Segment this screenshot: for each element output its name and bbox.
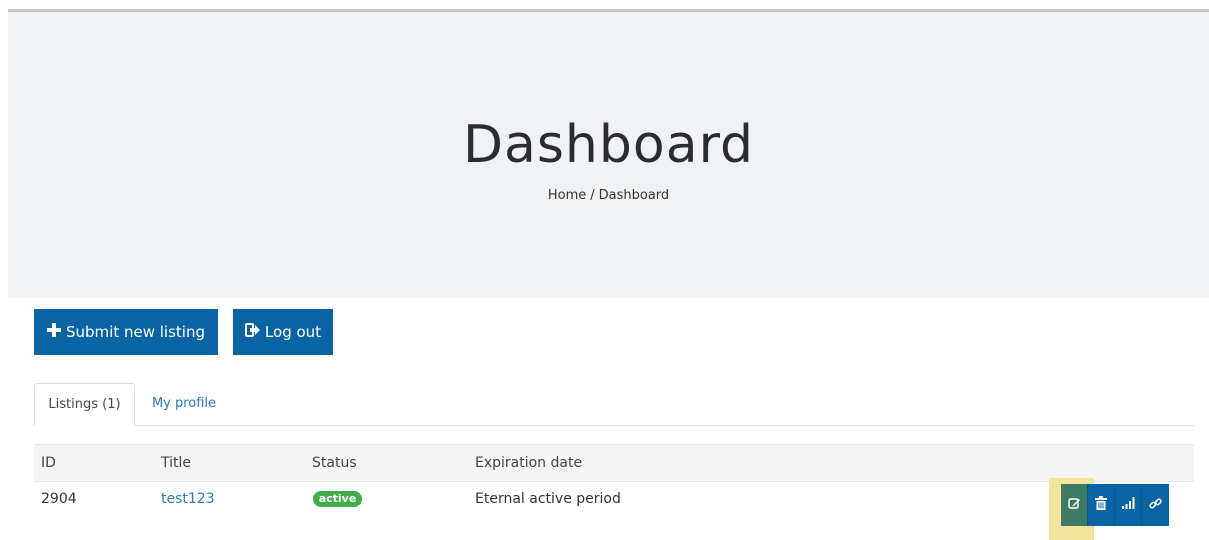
dashboard-tabs: Listings (1) My profile: [34, 383, 1194, 426]
page-header: Dashboard Home / Dashboard: [8, 12, 1209, 298]
breadcrumb-separator: /: [590, 188, 595, 203]
column-header-status: Status: [312, 455, 357, 471]
column-header-id: ID: [41, 455, 56, 471]
submit-listing-label: Submit new listing: [66, 323, 205, 341]
edit-icon: [1067, 497, 1081, 514]
page-title: Dashboard: [462, 115, 755, 175]
tab-my-profile[interactable]: My profile: [142, 383, 226, 425]
breadcrumb-current: Dashboard: [598, 188, 670, 203]
delete-button[interactable]: [1088, 484, 1115, 526]
logout-label: Log out: [264, 323, 322, 341]
breadcrumb-home-link[interactable]: Home: [548, 188, 586, 203]
row-actions: [1061, 484, 1169, 526]
tab-listings[interactable]: Listings (1): [34, 383, 135, 426]
logout-icon: [244, 309, 260, 355]
breadcrumb: Home / Dashboard: [8, 187, 1209, 205]
link-button[interactable]: [1142, 484, 1169, 526]
listing-expiration: Eternal active period: [475, 491, 621, 507]
table-header: ID Title Status Expiration date: [34, 444, 1194, 482]
column-header-title: Title: [161, 455, 192, 471]
stats-icon: [1121, 497, 1135, 513]
stats-button[interactable]: [1115, 484, 1142, 526]
submit-listing-button[interactable]: Submit new listing: [34, 309, 218, 355]
table-row: 2904 test123 active Eternal active perio…: [34, 481, 1194, 517]
listing-title-link[interactable]: test123: [161, 481, 215, 517]
plus-icon: [47, 309, 61, 355]
logout-button[interactable]: Log out: [233, 309, 333, 355]
status-badge: active: [313, 491, 362, 507]
delete-icon: [1095, 496, 1107, 514]
listing-id: 2904: [41, 491, 77, 507]
edit-button[interactable]: [1061, 484, 1088, 526]
link-icon: [1149, 497, 1162, 514]
column-header-expiration: Expiration date: [475, 455, 583, 471]
